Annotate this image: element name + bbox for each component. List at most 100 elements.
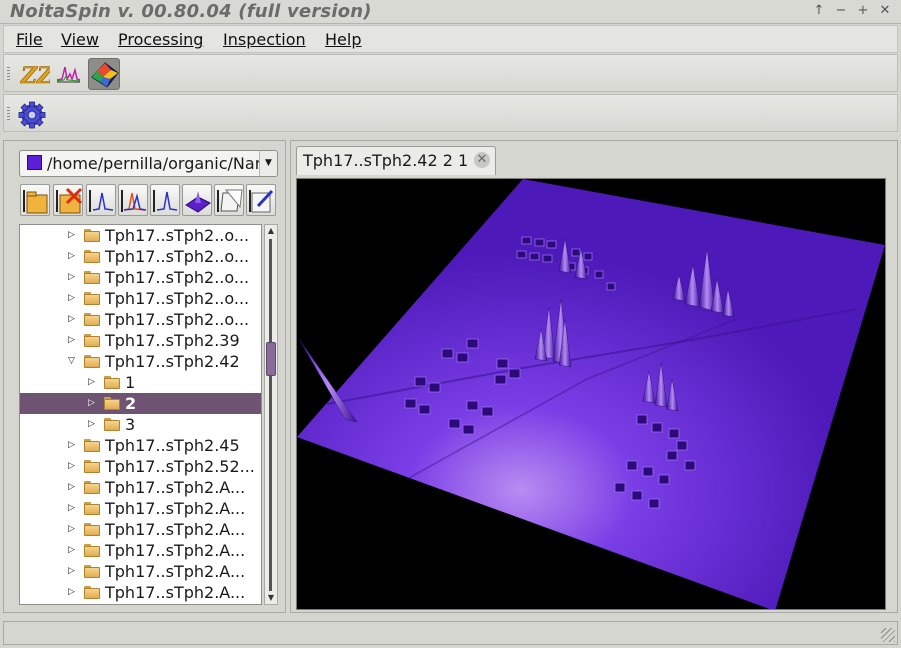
menu-processing[interactable]: Processing	[118, 30, 203, 49]
tree-item-label: Tph17..sTph2..o...	[105, 310, 250, 329]
tree-item-label: Tph17..sTph2.A...	[105, 520, 246, 539]
collapsed-arrow-icon[interactable]: ▷	[68, 314, 78, 324]
tree-item-label: Tph17..sTph2.52...	[105, 457, 255, 476]
collapsed-arrow-icon[interactable]: ▷	[68, 587, 78, 597]
collapsed-arrow-icon[interactable]: ▷	[88, 398, 98, 408]
path-text: /home/pernilla/organic/Nar	[47, 154, 262, 173]
collapsed-arrow-icon[interactable]: ▷	[68, 545, 78, 555]
folder-icon	[84, 250, 100, 263]
tree-item[interactable]: ▷ Tph17..sTph2.45	[20, 435, 261, 456]
file-tree[interactable]: ▷ Tph17..sTph2..o... ▷ Tph17..sTph2..o... ▷ T…	[19, 224, 262, 605]
single-peak-button[interactable]	[150, 184, 180, 216]
menu-view[interactable]: View	[61, 30, 99, 49]
collapsed-arrow-icon[interactable]: ▷	[68, 335, 78, 345]
edit-button[interactable]	[246, 184, 276, 216]
edit-icon	[249, 189, 274, 213]
collapsed-arrow-icon[interactable]: ▷	[68, 461, 78, 471]
collapsed-arrow-icon[interactable]: ▷	[88, 419, 98, 429]
tree-item[interactable]: ▷ Tph17..sTph2..o...	[20, 288, 261, 309]
menu-file[interactable]: File	[16, 30, 43, 49]
single-peak-icon	[153, 190, 178, 212]
collapsed-arrow-icon[interactable]: ▷	[88, 377, 98, 387]
tree-item[interactable]: ▷ Tph17..sTph2..o...	[20, 267, 261, 288]
folder-icon	[84, 292, 100, 305]
collapsed-arrow-icon[interactable]: ▷	[68, 566, 78, 576]
collapsed-arrow-icon[interactable]: ▷	[68, 440, 78, 450]
tree-item[interactable]: ▷ Tph17..sTph2.39	[20, 330, 261, 351]
collapsed-arrow-icon[interactable]: ▷	[68, 230, 78, 240]
browser-icon-bar	[20, 184, 278, 218]
scroll-up-icon[interactable]: ▲	[265, 225, 277, 237]
scroll-thumb[interactable]	[266, 342, 276, 376]
tree-item[interactable]: ▷ Tph17..sTph2..o...	[20, 225, 261, 246]
3d-surface-viewport[interactable]	[296, 178, 886, 610]
tree-item[interactable]: ▷ 2	[20, 393, 261, 414]
tree-item[interactable]: ▷ Tph17..sTph2.A...	[20, 498, 261, 519]
window-maximize-button[interactable]: +	[855, 3, 871, 19]
folder-icon	[84, 481, 100, 494]
window-close-button[interactable]: ✕	[877, 3, 893, 19]
copy-button[interactable]	[214, 184, 244, 216]
close-icon[interactable]: ✕	[474, 152, 490, 168]
path-combobox[interactable]: /home/pernilla/organic/Nar ▼	[19, 150, 278, 177]
tree-item[interactable]: ▷ Tph17..sTph2.A...	[20, 561, 261, 582]
toolbar-grip-2[interactable]	[7, 107, 10, 121]
tree-item[interactable]: ▷ Tph17..sTph2..o...	[20, 246, 261, 267]
folder-icon	[104, 397, 120, 410]
tree-item[interactable]: ▷ Tph17..sTph2.A...	[20, 477, 261, 498]
folder-icon	[84, 523, 100, 536]
spectrum-button[interactable]	[52, 58, 84, 90]
folder-icon	[84, 544, 100, 557]
zz-button[interactable]: ZZ	[18, 58, 55, 90]
folder-icon	[84, 586, 100, 599]
folder-icon	[84, 565, 100, 578]
scroll-track[interactable]	[269, 239, 272, 591]
close-folder-button[interactable]	[53, 184, 83, 216]
collapsed-arrow-icon[interactable]: ▷	[68, 293, 78, 303]
3d-surface-plot[interactable]	[297, 179, 886, 610]
tree-item[interactable]: ▷ Tph17..sTph2.52...	[20, 456, 261, 477]
surface-button[interactable]	[182, 184, 212, 216]
collapsed-arrow-icon[interactable]: ▷	[68, 482, 78, 492]
scroll-down-icon[interactable]: ▼	[265, 592, 277, 604]
menu-inspection[interactable]: Inspection	[223, 30, 306, 49]
tree-item[interactable]: ▷ Tph17..sTph2.A...	[20, 582, 261, 603]
folder-icon	[84, 460, 100, 473]
3d-plot-button[interactable]	[88, 58, 120, 90]
tree-item-label: Tph17..sTph2.42	[105, 352, 240, 371]
collapsed-arrow-icon[interactable]: ▷	[68, 524, 78, 534]
open-folder-button[interactable]	[20, 184, 50, 216]
window-shade-button[interactable]: ↑	[811, 3, 827, 19]
tab-document[interactable]: Tph17..sTph2.42 2 1 ✕	[296, 146, 496, 175]
tree-item-label: 2	[125, 394, 137, 413]
menu-help[interactable]: Help	[325, 30, 361, 49]
settings-button[interactable]	[16, 98, 48, 130]
chevron-down-icon[interactable]: ▼	[259, 151, 277, 176]
collapsed-arrow-icon[interactable]: ▷	[68, 272, 78, 282]
multi-peak-button[interactable]	[118, 184, 148, 216]
surface-icon	[185, 191, 211, 213]
resize-grip-icon[interactable]	[881, 628, 895, 642]
toolbar-grip[interactable]	[7, 67, 10, 81]
tree-scrollbar[interactable]: ▲ ▼	[264, 224, 278, 605]
tree-item[interactable]: ▷ Tph17..sTph2.A...	[20, 540, 261, 561]
menu-file-label: File	[16, 30, 43, 49]
menu-inspection-label: Inspection	[223, 30, 306, 49]
tree-item[interactable]: ▷ Tph17..sTph2.A...	[20, 519, 261, 540]
window-minimize-button[interactable]: −	[833, 3, 849, 19]
collapsed-arrow-icon[interactable]: ▷	[68, 503, 78, 513]
tree-item[interactable]: ▷ 3	[20, 414, 261, 435]
folder-icon	[84, 439, 100, 452]
tree-item-label: Tph17..sTph2.A...	[105, 562, 246, 581]
expanded-arrow-icon[interactable]: ▽	[68, 356, 78, 366]
tree-item[interactable]: ▷ 1	[20, 372, 261, 393]
tree-item[interactable]: ▷ Tph17..sTph2..o...	[20, 309, 261, 330]
close-folder-icon	[56, 187, 83, 214]
tree-item[interactable]: ▽ Tph17..sTph2.42	[20, 351, 261, 372]
peak-button[interactable]	[86, 184, 116, 216]
svg-text:ZZ: ZZ	[20, 63, 50, 89]
folder-icon	[84, 334, 100, 347]
folder-icon	[84, 502, 100, 515]
menu-bar: File View Processing Inspection Help	[3, 25, 898, 53]
collapsed-arrow-icon[interactable]: ▷	[68, 251, 78, 261]
